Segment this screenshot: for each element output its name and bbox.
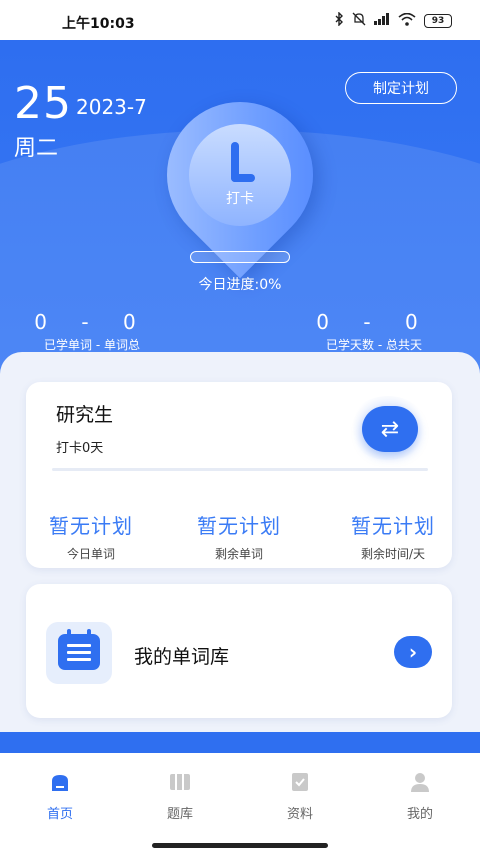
- book-icon: [168, 771, 192, 793]
- status-bar: 上午10:03 93: [0, 0, 480, 40]
- metric-today-words: 暂无计划 今日单词: [26, 510, 156, 562]
- metric-remaining-days-label: 剩余时间/天: [360, 547, 426, 561]
- weekday: 周二: [14, 136, 59, 161]
- chevron-right-icon[interactable]: ›: [394, 636, 432, 668]
- metric-remaining-words-value: 暂无计划: [197, 514, 281, 538]
- tab-question-bank-label: 题库: [166, 807, 193, 822]
- user-icon: [408, 771, 432, 793]
- stat-words-value: 0 - 0: [34, 310, 150, 334]
- tab-question-bank[interactable]: 题库: [120, 771, 240, 822]
- bluetooth-icon: [334, 11, 344, 29]
- metric-today-words-label: 今日单词: [66, 547, 115, 561]
- signal-icon: [374, 13, 390, 28]
- battery-icon: 93: [424, 13, 452, 28]
- metric-today-words-value: 暂无计划: [49, 514, 133, 538]
- date-day: 25: [14, 78, 72, 129]
- calendar-list-icon: [58, 629, 100, 670]
- stat-words: 0 - 0 已学单词 - 单词总: [30, 310, 154, 353]
- stat-days-label: 已学天数 - 总共天: [326, 338, 422, 352]
- status-time: 上午10:03: [62, 16, 135, 32]
- word-library-title: 我的单词库: [134, 646, 230, 668]
- tab-home-label: 首页: [46, 807, 73, 822]
- plan-card[interactable]: 研究生 打卡0天 ⇄ 暂无计划 今日单词 暂无计划 剩余单词 暂无计划 剩余时间…: [26, 382, 452, 568]
- tab-materials[interactable]: 资料: [240, 771, 360, 822]
- clock-icon: [225, 142, 255, 184]
- home-icon: [48, 771, 72, 793]
- mute-icon: [352, 12, 366, 29]
- swap-icon: ⇄: [380, 416, 400, 442]
- switch-plan-button[interactable]: ⇄: [362, 406, 418, 452]
- daily-progress-bar: [190, 251, 290, 263]
- plan-divider: [52, 468, 428, 471]
- document-icon: [288, 771, 312, 793]
- make-plan-button[interactable]: 制定计划: [345, 72, 457, 104]
- checkin-button[interactable]: 打卡: [189, 124, 291, 226]
- content-sheet: 研究生 打卡0天 ⇄ 暂无计划 今日单词 暂无计划 剩余单词 暂无计划 剩余时间…: [0, 352, 480, 732]
- header-area: 25 2023-7 周二 制定计划 打卡 今日进度:0% 0 - 0 已学单词 …: [0, 40, 480, 400]
- plan-title: 研究生: [56, 404, 114, 426]
- home-indicator: [152, 843, 328, 848]
- metric-remaining-words-label: 剩余单词: [214, 547, 263, 561]
- tab-mine-label: 我的: [406, 807, 433, 822]
- wifi-icon: [398, 12, 416, 29]
- plan-checkin-days: 打卡0天: [56, 441, 104, 456]
- daily-progress-text: 今日进度:0%: [198, 277, 282, 293]
- date-year-month: 2023-7: [76, 95, 147, 119]
- metric-remaining-days: 暂无计划 剩余时间/天: [328, 510, 458, 562]
- stat-words-label: 已学单词 - 单词总: [44, 338, 140, 352]
- stat-days-value: 0 - 0: [316, 310, 432, 334]
- metric-remaining-days-value: 暂无计划: [351, 514, 435, 538]
- bottom-tab-bar: 首页 题库 资料 我的: [0, 753, 480, 853]
- tab-mine[interactable]: 我的: [360, 771, 480, 822]
- metric-remaining-words: 暂无计划 剩余单词: [174, 510, 304, 562]
- word-library-card[interactable]: 我的单词库 ›: [26, 584, 452, 718]
- tab-materials-label: 资料: [286, 807, 313, 822]
- stat-days: 0 - 0 已学天数 - 总共天: [312, 310, 436, 353]
- status-icons: 93: [334, 11, 452, 29]
- checkin-label: 打卡: [226, 191, 254, 207]
- tab-home[interactable]: 首页: [0, 771, 120, 822]
